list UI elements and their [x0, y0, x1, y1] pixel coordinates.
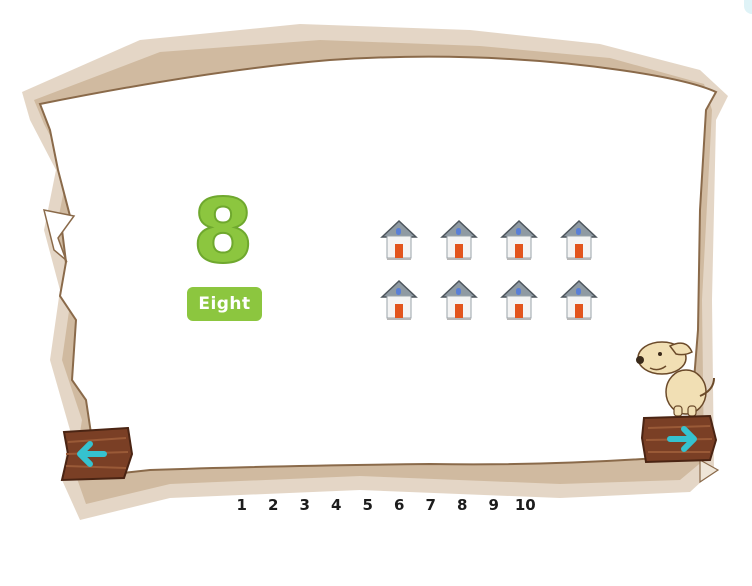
house-icon: [380, 279, 418, 320]
number-word-badge: Eight: [187, 287, 262, 321]
page-link-10[interactable]: 10: [510, 496, 542, 514]
house-icon: [380, 219, 418, 260]
dog-icon: [636, 341, 715, 417]
house-icon: [500, 219, 538, 260]
counting-objects-grid: [378, 217, 606, 327]
house-icon: [440, 219, 478, 260]
game-stage: 8 Eight 1 2 3 4 5 6 7 8 9 10: [0, 0, 752, 586]
page-link-1[interactable]: 1: [226, 496, 258, 514]
page-link-4[interactable]: 4: [321, 496, 353, 514]
previous-button[interactable]: [58, 424, 136, 482]
page-number-nav: 1 2 3 4 5 6 7 8 9 10: [226, 492, 541, 518]
page-link-8[interactable]: 8: [447, 496, 479, 514]
next-button[interactable]: [640, 412, 718, 464]
house-icon: [560, 279, 598, 320]
page-link-7[interactable]: 7: [415, 496, 447, 514]
house-icon: [440, 279, 478, 320]
numeral-display: 8: [191, 180, 254, 283]
page-link-9[interactable]: 9: [478, 496, 510, 514]
page-link-3[interactable]: 3: [289, 496, 321, 514]
page-link-6[interactable]: 6: [384, 496, 416, 514]
page-link-5[interactable]: 5: [352, 496, 384, 514]
house-icon: [560, 219, 598, 260]
house-icon: [500, 279, 538, 320]
page-link-2[interactable]: 2: [258, 496, 290, 514]
